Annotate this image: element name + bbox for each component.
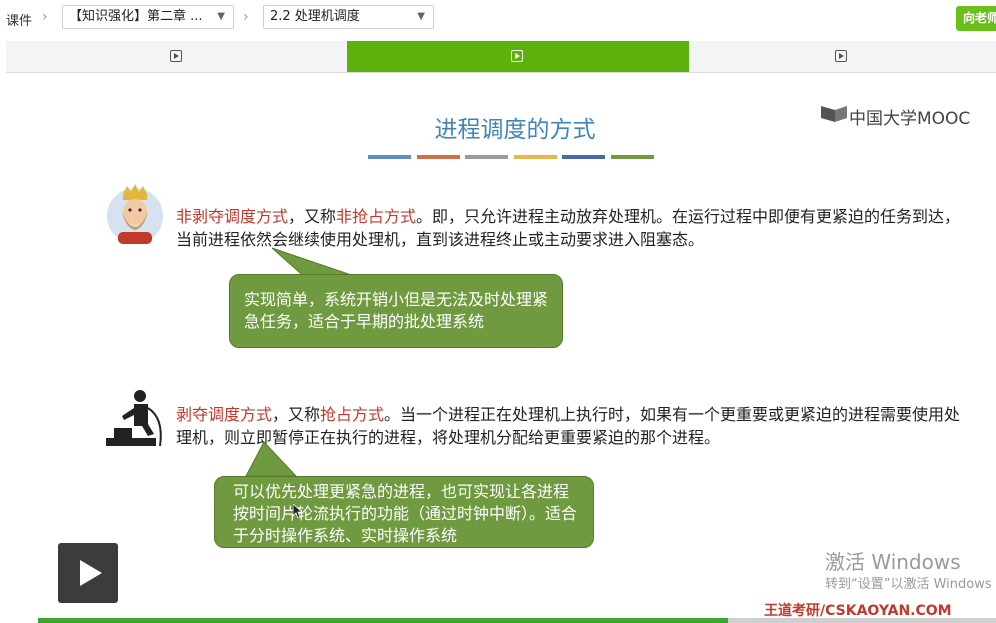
chevron-down-icon: ▼ — [417, 11, 425, 22]
section1-text: 非剥夺调度方式，又称非抢占方式。即，只允许进程主动放弃处理机。在运行过程中即便有… — [176, 205, 966, 251]
chapter-select[interactable]: 【知识强化】第二章 ... ▼ — [62, 5, 234, 29]
tab-video-1[interactable] — [6, 41, 348, 72]
preemptive-term: 剥夺调度方式 — [176, 405, 273, 424]
bubble-tail — [245, 441, 298, 477]
slide-title: 进程调度的方式 — [434, 117, 596, 143]
tab-video-3[interactable] — [689, 41, 996, 72]
play-button[interactable] — [58, 543, 118, 603]
video-progress-bar[interactable] — [38, 618, 996, 623]
video-icon — [511, 50, 523, 62]
king-avatar-icon — [107, 184, 163, 244]
ask-teacher-button[interactable]: 向老师 — [956, 6, 996, 31]
kneeling-figure-icon — [106, 390, 162, 447]
preemptive-alias: 抢占方式 — [320, 405, 385, 424]
title-underline-segment — [416, 155, 460, 159]
chevron-right-icon: › — [243, 9, 249, 25]
title-underline-segment — [562, 155, 605, 159]
mooc-logo-icon — [821, 106, 847, 122]
video-watermark: 王道考研/CSKAOYAN.COM — [764, 603, 952, 619]
mooc-logo-text: 中国大学MOOC — [849, 109, 971, 129]
section-select-value: 2.2 处理机调度 — [270, 9, 360, 24]
non-preemptive-term: 非剥夺调度方式 — [176, 207, 289, 226]
windows-activation-hint: 转到“设置”以激活 Windows — [825, 577, 992, 592]
breadcrumb-root[interactable]: 课件 — [6, 10, 32, 29]
section2-connector: ，又称 — [272, 405, 321, 424]
video-icon — [835, 50, 847, 62]
title-underline-segment — [465, 155, 508, 159]
section1-connector: ，又称 — [288, 207, 337, 226]
title-underline-segment — [513, 155, 557, 159]
chevron-right-icon: › — [42, 9, 48, 25]
non-preemptive-alias: 非抢占方式 — [336, 207, 417, 226]
tab-video-2[interactable] — [347, 41, 689, 72]
chapter-select-value: 【知识强化】第二章 ... — [69, 9, 203, 24]
title-underline-segment — [368, 155, 411, 159]
breadcrumb-bar: 课件 › 【知识强化】第二章 ... ▼ › 2.2 处理机调度 ▼ 向老师 — [0, 0, 996, 36]
title-underline-segment — [610, 155, 654, 159]
section-select[interactable]: 2.2 处理机调度 ▼ — [263, 5, 434, 29]
video-icon — [170, 50, 182, 62]
windows-activation-title: 激活 Windows — [825, 550, 961, 574]
note-bubble-2: 可以优先处理更紧急的进程，也可实现让各进程按时间片轮流执行的功能（通过时钟中断）… — [214, 476, 594, 548]
chevron-down-icon: ▼ — [217, 11, 225, 22]
mouse-cursor-icon — [293, 504, 303, 518]
note-bubble-1: 实现简单，系统开销小但是无法及时处理紧急任务，适合于早期的批处理系统 — [229, 274, 563, 348]
video-progress-fill — [38, 618, 728, 623]
unit-tabs — [6, 41, 996, 73]
